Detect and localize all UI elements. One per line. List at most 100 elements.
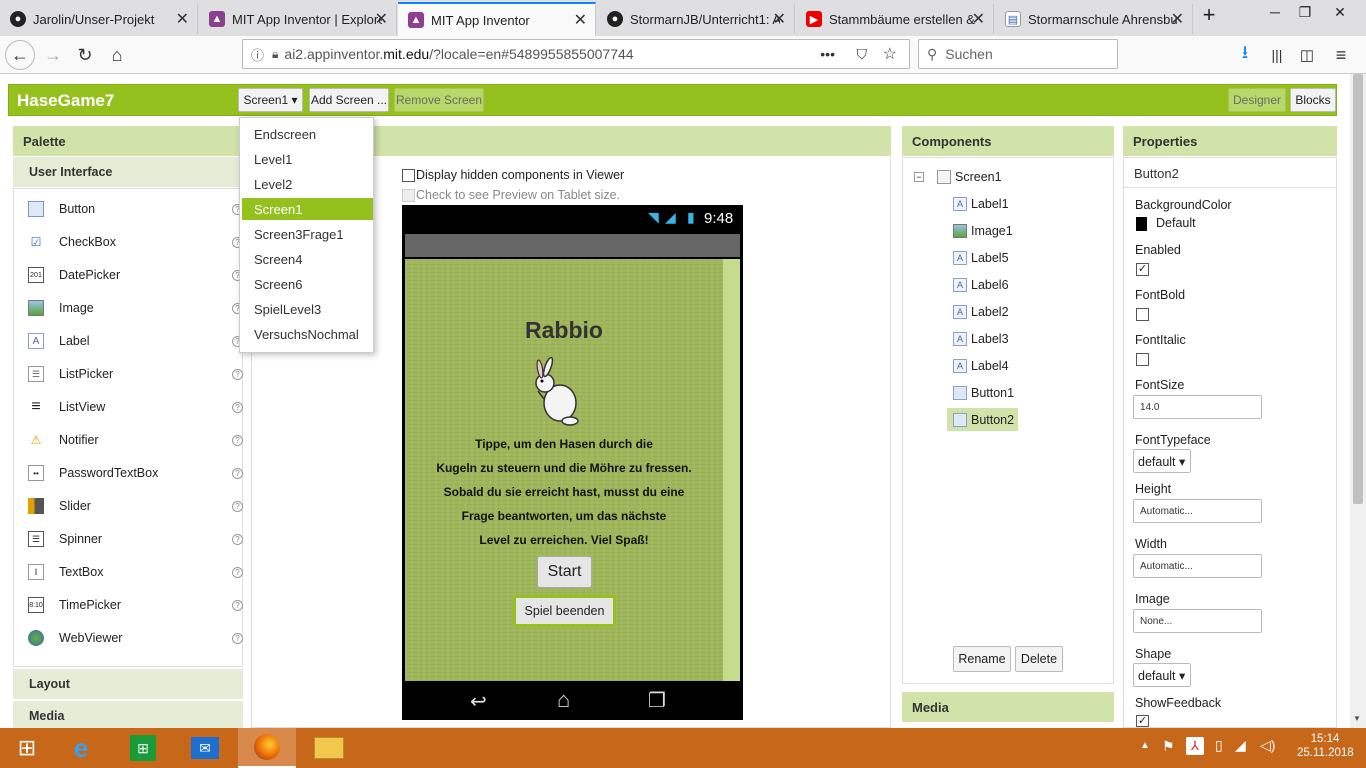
new-tab-icon[interactable]: + — [1194, 2, 1224, 28]
page-actions-icon[interactable]: ••• — [820, 46, 835, 62]
palette-item-textbox[interactable]: I TextBox? — [28, 560, 243, 584]
help-icon[interactable]: ? — [232, 599, 243, 611]
tree-item-button1[interactable]: Button1 — [953, 382, 1014, 404]
nav-back-icon[interactable]: ↩ — [470, 689, 487, 714]
prop-fontitalic-checkbox[interactable] — [1136, 353, 1149, 366]
help-icon[interactable]: ? — [232, 467, 243, 479]
palette-item-label[interactable]: A Label? — [28, 329, 243, 353]
close-icon[interactable]: ✕ — [375, 9, 388, 29]
windows-start-icon[interactable]: ⊞ — [0, 728, 54, 768]
store-icon[interactable]: ⊞ — [116, 728, 170, 768]
close-icon[interactable]: ✕ — [1171, 9, 1184, 29]
help-icon[interactable]: ? — [232, 434, 243, 446]
remove-screen-button[interactable]: Remove Screen — [394, 88, 484, 112]
prop-height-input[interactable]: Automatic... — [1133, 499, 1262, 523]
palette-item-slider[interactable]: Slider? — [28, 494, 243, 518]
prop-fonttypeface-select[interactable]: default ▾ — [1133, 449, 1191, 473]
rename-button[interactable]: Rename — [953, 646, 1011, 672]
library-icon[interactable]: ||| — [1262, 40, 1292, 70]
title-label[interactable]: Rabbio — [405, 317, 723, 344]
browser-tab[interactable]: ▶ Stammbäume erstellen & ✕ — [796, 4, 994, 34]
browser-tab[interactable]: ● Jarolin/Unser-Projekt ✕ — [0, 4, 198, 34]
browser-tab[interactable]: ▤ Stormarnschule Ahrensbu ✕ — [995, 4, 1193, 34]
tray-expand-icon[interactable]: ▲ — [1140, 740, 1150, 751]
bookmark-star-icon[interactable]: ☆ — [883, 44, 897, 64]
search-input[interactable]: ⚲ Suchen — [918, 39, 1118, 69]
rabbit-image[interactable] — [530, 357, 586, 429]
browser-tab[interactable]: ▲ MIT App Inventor | Explore ✕ — [199, 4, 397, 34]
blocks-button[interactable]: Blocks — [1290, 88, 1336, 112]
close-window-icon[interactable]: ✕ — [1325, 4, 1355, 21]
battery-tray-icon[interactable]: ▯ — [1215, 737, 1223, 754]
tree-item-image1[interactable]: Image1 — [953, 220, 1013, 242]
palette-item-image[interactable]: Image? — [28, 296, 243, 320]
help-icon[interactable]: ? — [232, 632, 243, 644]
palette-item-spinner[interactable]: ☰ Spinner? — [28, 527, 243, 551]
help-icon[interactable]: ? — [232, 500, 243, 512]
quit-button[interactable]: Spiel beenden — [513, 595, 616, 627]
help-icon[interactable]: ? — [232, 401, 243, 413]
help-icon[interactable]: ? — [232, 533, 243, 545]
reload-icon[interactable]: ↻ — [70, 40, 100, 70]
browser-tab[interactable]: ● StormarnJB/Unterricht1: A ✕ — [597, 4, 795, 34]
close-icon[interactable]: ✕ — [773, 9, 786, 29]
prop-showfeedback-checkbox[interactable]: ✓ — [1136, 715, 1149, 727]
nav-recents-icon[interactable]: ❐ — [648, 688, 666, 713]
display-hidden-checkbox[interactable] — [402, 168, 415, 182]
file-explorer-icon[interactable] — [302, 728, 356, 768]
forward-icon[interactable]: → — [38, 40, 68, 70]
close-icon[interactable]: ✕ — [972, 9, 985, 29]
tree-item-button2-selected[interactable]: Button2 — [947, 408, 1019, 431]
tree-item-label3[interactable]: A Label3 — [953, 328, 1009, 350]
internet-explorer-icon[interactable]: e — [54, 728, 108, 768]
add-screen-button[interactable]: Add Screen ... — [309, 88, 389, 112]
palette-item-notifier[interactable]: ⚠ Notifier? — [28, 428, 243, 452]
start-button[interactable]: Start — [537, 556, 592, 588]
tablet-preview-checkbox[interactable] — [402, 188, 415, 202]
designer-button[interactable]: Designer — [1228, 88, 1286, 112]
help-icon[interactable]: ? — [232, 368, 243, 380]
sidebar-icon[interactable]: ◫ — [1292, 40, 1322, 70]
tablet-preview-option[interactable]: Check to see Preview on Tablet size. — [402, 188, 620, 202]
palette-section-media[interactable]: Media — [13, 701, 243, 731]
screen-option[interactable]: VersuchsNochmal — [242, 323, 373, 345]
prop-fontsize-input[interactable]: 14.0 — [1133, 395, 1262, 419]
prop-image-input[interactable]: None... — [1133, 609, 1262, 633]
firefox-icon[interactable] — [238, 728, 296, 768]
palette-item-listview[interactable]: ≡ ListView? — [28, 395, 243, 419]
palette-item-timepicker[interactable]: 8:10 TimePicker? — [28, 593, 243, 617]
palette-item-webviewer[interactable]: WebViewer? — [28, 626, 243, 650]
screen-option[interactable]: Screen6 — [242, 273, 373, 295]
tree-item-label2[interactable]: A Label2 — [953, 301, 1009, 323]
clock[interactable]: 15:14 25.11.2018 — [1297, 733, 1354, 759]
browser-tab-active[interactable]: ▲ MIT App Inventor ✕ — [398, 2, 596, 36]
palette-item-checkbox[interactable]: ☑ CheckBox? — [28, 230, 243, 254]
screen-option[interactable]: Screen3Frage1 — [242, 223, 373, 245]
mail-icon[interactable]: ✉ — [178, 728, 232, 768]
pocket-icon[interactable]: ⛉ — [857, 46, 868, 63]
scroll-down-icon[interactable]: ▼ — [1353, 714, 1361, 723]
tree-root-screen1[interactable]: − Screen1 — [914, 166, 1002, 188]
palette-item-button[interactable]: Button? — [28, 197, 243, 221]
palette-item-listpicker[interactable]: ☰ ListPicker? — [28, 362, 243, 386]
screen-option[interactable]: SpielLevel3 — [242, 298, 373, 320]
flag-icon[interactable]: ⚑ — [1162, 738, 1175, 755]
screen-option[interactable]: Endscreen — [242, 123, 373, 145]
palette-item-datepicker[interactable]: 201 DatePicker? — [28, 263, 243, 287]
tree-item-label5[interactable]: A Label5 — [953, 247, 1009, 269]
color-swatch[interactable] — [1136, 217, 1147, 231]
volume-icon[interactable]: ◁) — [1260, 737, 1275, 754]
help-icon[interactable]: ? — [232, 566, 243, 578]
restore-icon[interactable]: ❐ — [1290, 4, 1320, 21]
prop-enabled-checkbox[interactable]: ✓ — [1136, 263, 1149, 276]
nav-home-icon[interactable]: ⌂ — [557, 687, 570, 713]
prop-backgroundcolor-value[interactable]: Default — [1156, 216, 1196, 230]
page-scrollbar[interactable]: ▼ — [1350, 74, 1366, 728]
palette-item-passwordtextbox[interactable]: •• PasswordTextBox? — [28, 461, 243, 485]
url-bar[interactable]: ⓘ 🔒︎ ai2.appinventor. mit.edu/?locale=en#… — [242, 39, 910, 69]
screen-option[interactable]: Level2 — [242, 173, 373, 195]
tree-item-label4[interactable]: A Label4 — [953, 355, 1009, 377]
close-icon[interactable]: ✕ — [574, 10, 587, 30]
prop-width-input[interactable]: Automatic... — [1133, 554, 1262, 578]
prop-fontbold-checkbox[interactable] — [1136, 308, 1149, 321]
